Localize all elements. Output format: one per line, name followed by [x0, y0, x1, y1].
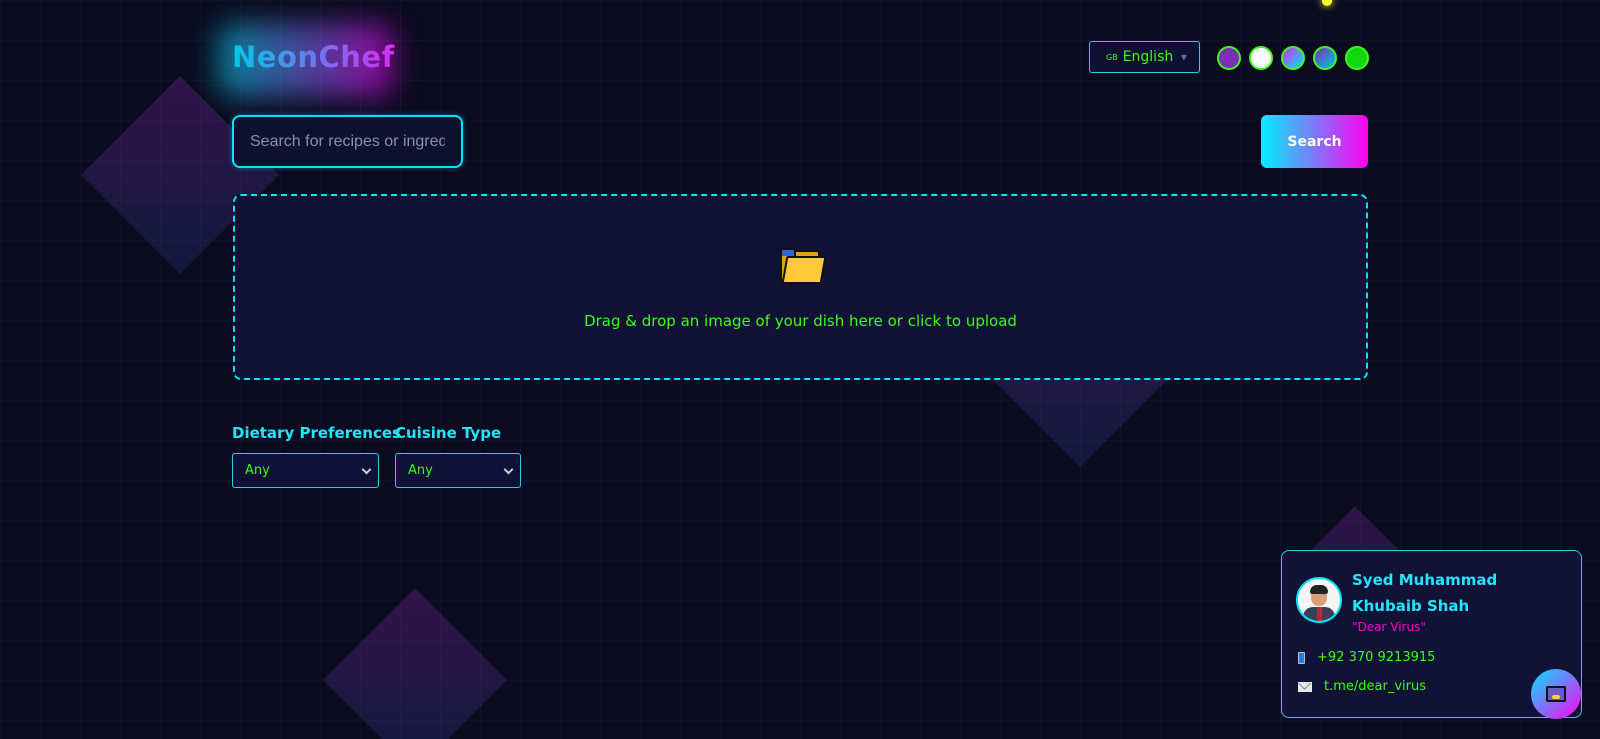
- theme-swatch-white[interactable]: [1249, 46, 1273, 70]
- developer-name: Syed Muhammad Khubaib Shah: [1352, 571, 1498, 615]
- telegram-contact[interactable]: t.me/dear_virus: [1298, 679, 1426, 694]
- dietary-preferences-label: Dietary Preferences: [232, 424, 401, 442]
- dietary-preferences-select[interactable]: Any: [232, 453, 379, 488]
- dropzone-instruction: Drag & drop an image of your dish here o…: [584, 312, 1017, 330]
- cuisine-type-label: Cuisine Type: [395, 424, 502, 442]
- computer-icon: [1546, 686, 1566, 702]
- chat-fab-button[interactable]: [1531, 669, 1581, 719]
- decor-diamond: [323, 588, 507, 739]
- theme-swatch-magenta-cyan[interactable]: [1281, 46, 1305, 70]
- search-input[interactable]: [232, 115, 463, 168]
- telegram-link[interactable]: t.me/dear_virus: [1324, 679, 1426, 694]
- app-logo: NeonChef: [232, 40, 395, 74]
- chevron-down-icon: [503, 464, 514, 475]
- phone-contact[interactable]: +92 370 9213915: [1298, 650, 1435, 665]
- dietary-selected-value: Any: [245, 463, 270, 478]
- cuisine-selected-value: Any: [408, 463, 433, 478]
- folder-icon: [778, 248, 826, 284]
- theme-swatch-green[interactable]: [1345, 46, 1369, 70]
- image-upload-dropzone[interactable]: Drag & drop an image of your dish here o…: [233, 194, 1368, 380]
- avatar: [1296, 577, 1342, 623]
- theme-switcher: [1217, 46, 1369, 70]
- phone-number: +92 370 9213915: [1317, 650, 1436, 665]
- language-label: English: [1122, 49, 1174, 65]
- theme-swatch-purple[interactable]: [1217, 46, 1241, 70]
- theme-swatch-purple-cyan[interactable]: [1313, 46, 1337, 70]
- envelope-icon: [1298, 681, 1312, 692]
- flag-icon: GB: [1106, 52, 1118, 62]
- chevron-down-icon: [361, 464, 372, 475]
- cuisine-type-select[interactable]: Any: [395, 453, 521, 488]
- language-select[interactable]: GB English ▼: [1089, 41, 1200, 73]
- chevron-down-icon: ▼: [1180, 53, 1187, 62]
- phone-icon: [1298, 651, 1305, 664]
- decor-dot: [1322, 0, 1332, 6]
- developer-nickname: "Dear Virus": [1352, 620, 1426, 634]
- search-button[interactable]: Search: [1261, 115, 1368, 168]
